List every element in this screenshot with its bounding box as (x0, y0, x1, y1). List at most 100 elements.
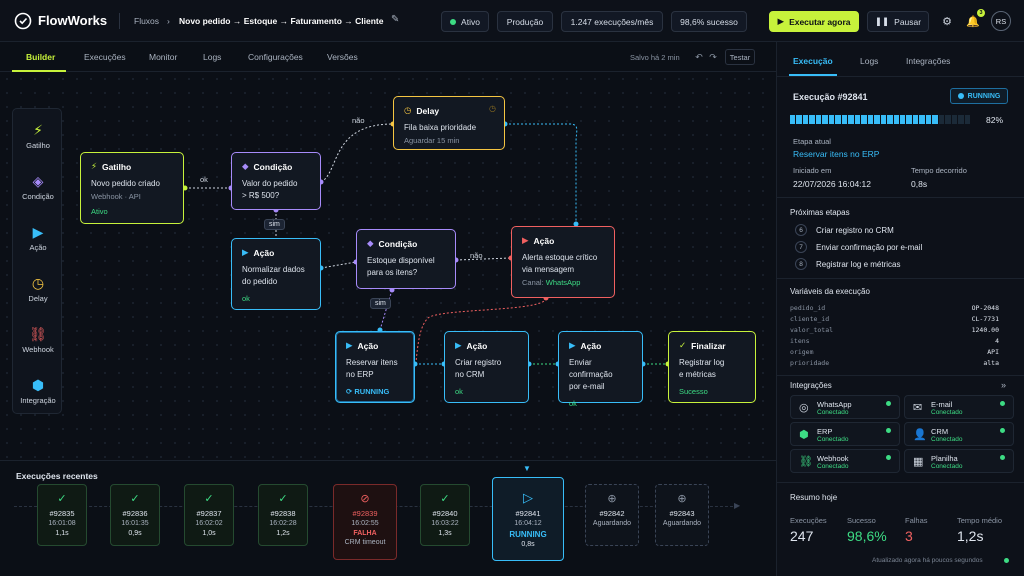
execution-id: #92841 (515, 509, 541, 518)
palette-trigger[interactable]: ⚡ Gatilho (13, 111, 63, 161)
execution-duration: 1,0s (202, 530, 216, 537)
node-type: Condição (253, 161, 293, 172)
execution-time: 16:04:12 (514, 520, 542, 527)
node-header: ◷ Delay (404, 105, 494, 116)
panel-tab-execution[interactable]: Execução (793, 56, 833, 66)
execution-card[interactable]: ✓ #92838 16:02:28 1,2s (258, 484, 308, 546)
environment-pill[interactable]: Produção (497, 11, 553, 32)
integration-status: Conectado (931, 409, 963, 416)
execution-card[interactable]: ✓ #92836 16:01:35 0,9s (110, 484, 160, 546)
execution-card-waiting[interactable]: ⊕ #92842 Aguardando (585, 484, 639, 546)
tab-monitor[interactable]: Monitor (149, 52, 177, 62)
execution-time: Aguardando (662, 520, 702, 527)
panel-tab-logs[interactable]: Logs (860, 56, 878, 66)
play-icon: ▶ (242, 247, 249, 257)
flow-canvas[interactable]: ok não sim não sim ⚡ Gatilho Novo pedido … (0, 72, 776, 460)
gear-icon[interactable]: ⚙ (937, 11, 957, 31)
progress-segment (925, 115, 932, 124)
progress-segment (899, 115, 906, 124)
progress-segment (835, 115, 841, 124)
brand-name: FlowWorks (38, 13, 108, 28)
integration-status: Conectado (817, 463, 849, 470)
execution-time: 16:01:08 (48, 520, 76, 527)
edge-label-nao-1: não (352, 116, 365, 125)
variables-title: Variáveis da execução (790, 287, 870, 296)
chevron-right-icon[interactable]: » (1001, 380, 1006, 390)
tab-versions[interactable]: Versões (327, 52, 358, 62)
tab-builder[interactable]: Builder (26, 52, 55, 62)
play-icon: ▶ (32, 223, 44, 240)
node-finish[interactable]: ✓ Finalizar Registrar log e métricas Suce… (668, 331, 756, 403)
node-action-crm[interactable]: ▶ Ação Criar registro no CRM ok (444, 331, 529, 403)
progress-segment (790, 115, 796, 124)
running-badge: RUNNING (950, 88, 1008, 104)
execution-card-waiting[interactable]: ⊕ #92843 Aguardando (655, 484, 709, 546)
panel-tab-integrations[interactable]: Integrações (906, 56, 950, 66)
redo-icon[interactable]: ↷ (706, 50, 720, 64)
test-button[interactable]: Testar (725, 49, 755, 65)
node-type: Ação (357, 340, 379, 351)
execution-card[interactable]: ✓ #92840 16:03:22 1,3s (420, 484, 470, 546)
palette-label: Webhook (22, 344, 54, 354)
avatar[interactable]: RS (991, 11, 1011, 31)
progress-segment (938, 115, 945, 124)
divider (777, 76, 1024, 77)
summary-value: 247 (790, 528, 814, 544)
integration-erp[interactable]: ⬢ ERP Conectado (790, 422, 900, 446)
node-action-reserve[interactable]: ▶ Ação Reservar itens no ERP ⟳ RUNNING (335, 331, 415, 403)
execution-elapsed: 0,8s (521, 541, 535, 548)
node-label-2: no ERP (346, 370, 374, 379)
execution-card[interactable]: ✓ #92835 16:01:08 1,1s (37, 484, 87, 546)
divider (777, 278, 1024, 279)
execution-card-running[interactable]: ▷ #92841 16:04:12 RUNNING 0,8s (492, 477, 564, 561)
execution-card[interactable]: ✓ #92837 16:02:02 1,0s (184, 484, 234, 546)
integration-webhook[interactable]: ⛓ Webhook Conectado (790, 449, 900, 473)
node-action-normalize[interactable]: ▶ Ação Normalizar dados do pedido ok (231, 238, 321, 310)
integration-email[interactable]: ✉ E-mail Conectado (904, 395, 1014, 419)
integration-spreadsheet[interactable]: ▦ Planilha Conectado (904, 449, 1014, 473)
undo-icon[interactable]: ↶ (692, 50, 706, 64)
pause-button[interactable]: ❚❚ Pausar (867, 11, 929, 32)
integration-name: WhatsApp (817, 400, 852, 409)
status-pill: Ativo (441, 11, 489, 32)
node-label-2: por e-mail (569, 382, 605, 391)
node-status-text: RUNNING (354, 387, 390, 396)
integration-crm[interactable]: 👤 CRM Conectado (904, 422, 1014, 446)
integration-whatsapp[interactable]: ◎ WhatsApp Conectado (790, 395, 900, 419)
tab-logs[interactable]: Logs (203, 52, 221, 62)
summary-value: 1,2s (957, 528, 984, 544)
node-label-2: do pedido (242, 277, 278, 286)
node-header: ⚡ Gatilho (91, 161, 173, 172)
edge-label-sim-1: sim (264, 219, 285, 230)
node-condition-stock[interactable]: ◆ Condição Estoque disponível para os ite… (356, 229, 456, 289)
edit-icon[interactable]: ✎ (391, 14, 399, 25)
palette-integration[interactable]: ⬢ Integração (13, 366, 63, 416)
play-icon: ▶ (569, 340, 576, 350)
execution-time: 16:03:22 (431, 520, 459, 527)
execution-card-failed[interactable]: ⊘ #92839 16:02:55 FALHA CRM timeout (333, 484, 397, 560)
summary-label: Sucesso (847, 516, 876, 525)
integration-name: Webhook (817, 454, 849, 463)
node-condition-value[interactable]: ◆ Condição Valor do pedido > R$ 500? (231, 152, 321, 210)
node-trigger[interactable]: ⚡ Gatilho Novo pedido criado Webhook · AP… (80, 152, 184, 224)
tab-executions[interactable]: Execuções (84, 52, 126, 62)
palette-webhook[interactable]: ⛓ Webhook (13, 315, 63, 365)
node-header: ▶ Ação (242, 247, 310, 258)
palette-delay[interactable]: ◷ Delay (13, 264, 63, 314)
check-icon: ✓ (679, 340, 687, 350)
palette-action[interactable]: ▶ Ação (13, 213, 63, 263)
progress-segment (893, 115, 899, 124)
divider (777, 197, 1024, 198)
progress-segment (874, 115, 880, 124)
node-delay[interactable]: ◷ Delay Fila baixa prioridade Aguardar 15… (393, 96, 505, 150)
node-action-email[interactable]: ▶ Ação Enviar confirmação por e-mail ok (558, 331, 643, 408)
node-action-alert[interactable]: ▶ Ação Alerta estoque crítico via mensage… (511, 226, 615, 298)
current-step[interactable]: Reservar itens no ERP (793, 149, 879, 159)
link-icon: ⛓ (29, 325, 47, 342)
tab-settings[interactable]: Configurações (248, 52, 303, 62)
breadcrumb-root[interactable]: Fluxos (134, 16, 159, 26)
palette-condition[interactable]: ◈ Condição (13, 162, 63, 212)
palette-label: Condição (22, 191, 54, 201)
run-now-button[interactable]: ▶ Executar agora (769, 11, 859, 32)
palette-label: Gatilho (26, 140, 50, 150)
